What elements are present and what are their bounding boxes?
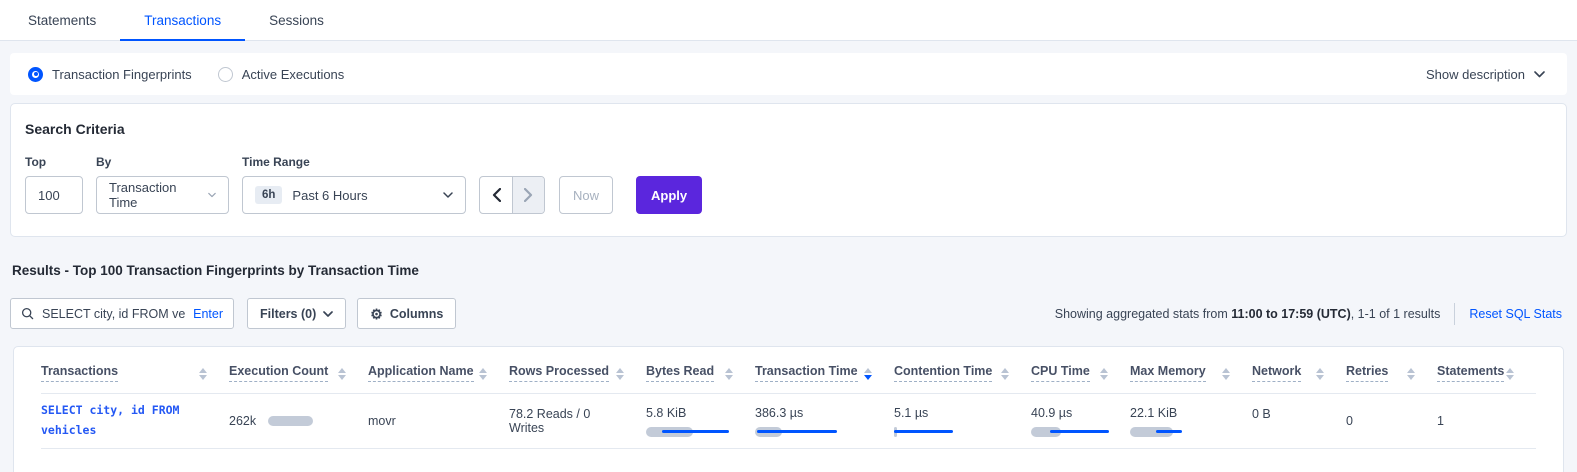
execution-count-bar (268, 416, 346, 426)
aggregated-stats-text: Showing aggregated stats from 11:00 to 1… (1055, 307, 1441, 321)
transaction-time-value: 386.3 µs (755, 406, 872, 420)
table-header-row: Transactions Execution Count Application… (41, 347, 1536, 394)
reset-sql-stats-link[interactable]: Reset SQL Stats (1469, 307, 1562, 321)
chevron-left-icon (492, 188, 501, 202)
top-label: Top (25, 155, 83, 169)
column-header-contention-time[interactable]: Contention Time (894, 364, 1031, 382)
by-select-value: Transaction Time (109, 180, 188, 210)
network-value: 0 B (1252, 407, 1271, 421)
sort-icon[interactable] (1001, 366, 1009, 380)
transactions-table: Transactions Execution Count Application… (13, 346, 1564, 472)
radio-transaction-fingerprints[interactable]: Transaction Fingerprints (28, 67, 192, 82)
radio-selected-icon (28, 67, 43, 82)
gear-icon: ⚙︎ (370, 307, 383, 321)
rows-processed-value: 78.2 Reads / 0 Writes (509, 407, 590, 435)
column-header-execution-count[interactable]: Execution Count (229, 364, 368, 382)
column-header-rows-processed[interactable]: Rows Processed (509, 364, 646, 382)
chevron-down-icon (443, 192, 453, 198)
columns-button[interactable]: ⚙︎ Columns (357, 298, 456, 329)
sort-icon[interactable] (479, 366, 487, 380)
search-box[interactable]: Enter (10, 298, 234, 329)
column-header-network[interactable]: Network (1252, 364, 1346, 382)
chevron-right-icon (524, 188, 533, 202)
by-select[interactable]: Transaction Time (96, 176, 229, 214)
cpu-time-bar (1031, 427, 1119, 437)
radio-label: Active Executions (242, 67, 345, 82)
tab-transactions[interactable]: Transactions (120, 0, 245, 40)
chevron-down-icon (323, 311, 333, 317)
time-range-label: Time Range (242, 155, 466, 169)
now-button[interactable]: Now (559, 176, 613, 214)
sort-icon[interactable] (1407, 366, 1415, 380)
sort-icon[interactable] (1222, 366, 1230, 380)
sort-icon[interactable] (725, 366, 733, 380)
retries-value: 0 (1346, 414, 1353, 428)
sort-icon[interactable] (199, 366, 207, 380)
column-header-transaction-time[interactable]: Transaction Time (755, 364, 894, 382)
filters-button[interactable]: Filters (0) (247, 298, 346, 329)
radio-active-executions[interactable]: Active Executions (218, 67, 345, 82)
search-criteria-card: Search Criteria Top 100 By Transaction T… (10, 103, 1567, 237)
next-time-range-button[interactable] (512, 177, 544, 213)
time-range-value: Past 6 Hours (292, 188, 367, 203)
column-header-cpu-time[interactable]: CPU Time (1031, 364, 1130, 382)
application-name-value: movr (368, 414, 396, 428)
divider (1454, 303, 1455, 325)
view-toggle-card: Transaction Fingerprints Active Executio… (10, 53, 1567, 95)
show-description-toggle[interactable]: Show description (1426, 67, 1545, 82)
radio-label: Transaction Fingerprints (52, 67, 192, 82)
bytes-read-value: 5.8 KiB (646, 406, 733, 420)
column-header-bytes-read[interactable]: Bytes Read (646, 364, 755, 382)
results-toolbar: Enter Filters (0) ⚙︎ Columns Showing agg… (10, 298, 1567, 329)
tab-sessions[interactable]: Sessions (245, 0, 348, 40)
enter-hint: Enter (193, 307, 223, 321)
top-select[interactable]: 100 (25, 176, 83, 214)
cpu-time-value: 40.9 µs (1031, 406, 1108, 420)
show-description-label: Show description (1426, 67, 1525, 82)
statements-value: 1 (1437, 414, 1444, 428)
by-label: By (96, 155, 229, 169)
column-header-max-memory[interactable]: Max Memory (1130, 364, 1252, 382)
transaction-time-bar (755, 427, 843, 437)
stats-time-range: 11:00 to 17:59 (UTC) (1231, 307, 1350, 321)
bytes-read-bar (646, 427, 734, 437)
time-range-select[interactable]: 6h Past 6 Hours (242, 176, 466, 214)
chevron-down-icon (208, 192, 216, 198)
column-header-application-name[interactable]: Application Name (368, 364, 509, 382)
max-memory-value: 22.1 KiB (1130, 406, 1230, 420)
view-radio-group: Transaction Fingerprints Active Executio… (28, 67, 344, 82)
search-criteria-title: Search Criteria (25, 121, 1552, 137)
tab-statements[interactable]: Statements (4, 0, 120, 40)
columns-label: Columns (390, 307, 443, 321)
contention-time-bar (894, 427, 982, 437)
time-range-badge: 6h (255, 186, 282, 204)
max-memory-bar (1130, 427, 1218, 437)
filters-label: Filters (0) (260, 307, 316, 321)
top-select-value: 100 (38, 188, 60, 203)
contention-time-value: 5.1 µs (894, 406, 1009, 420)
transaction-fingerprint-link[interactable]: SELECT city, id FROM vehicles (41, 401, 201, 440)
column-header-statements[interactable]: Statements (1437, 364, 1536, 382)
table-row: SELECT city, id FROM vehicles 262k movr … (41, 394, 1536, 449)
page-tabs: Statements Transactions Sessions (0, 0, 1577, 41)
sort-icon[interactable] (1316, 366, 1324, 380)
sort-icon[interactable] (616, 366, 624, 380)
column-header-retries[interactable]: Retries (1346, 364, 1437, 382)
search-input[interactable] (42, 307, 185, 321)
sort-icon[interactable] (1506, 366, 1514, 380)
time-range-pager (479, 176, 545, 214)
apply-button[interactable]: Apply (636, 176, 702, 214)
execution-count-value: 262k (229, 414, 256, 428)
sort-icon-active-desc[interactable] (864, 366, 872, 380)
results-heading: Results - Top 100 Transaction Fingerprin… (12, 263, 1565, 278)
sort-icon[interactable] (338, 366, 346, 380)
previous-time-range-button[interactable] (480, 177, 512, 213)
column-header-transactions[interactable]: Transactions (41, 364, 229, 382)
search-icon (21, 307, 34, 320)
radio-unselected-icon (218, 67, 233, 82)
chevron-down-icon (1534, 71, 1545, 78)
sort-icon[interactable] (1100, 366, 1108, 380)
